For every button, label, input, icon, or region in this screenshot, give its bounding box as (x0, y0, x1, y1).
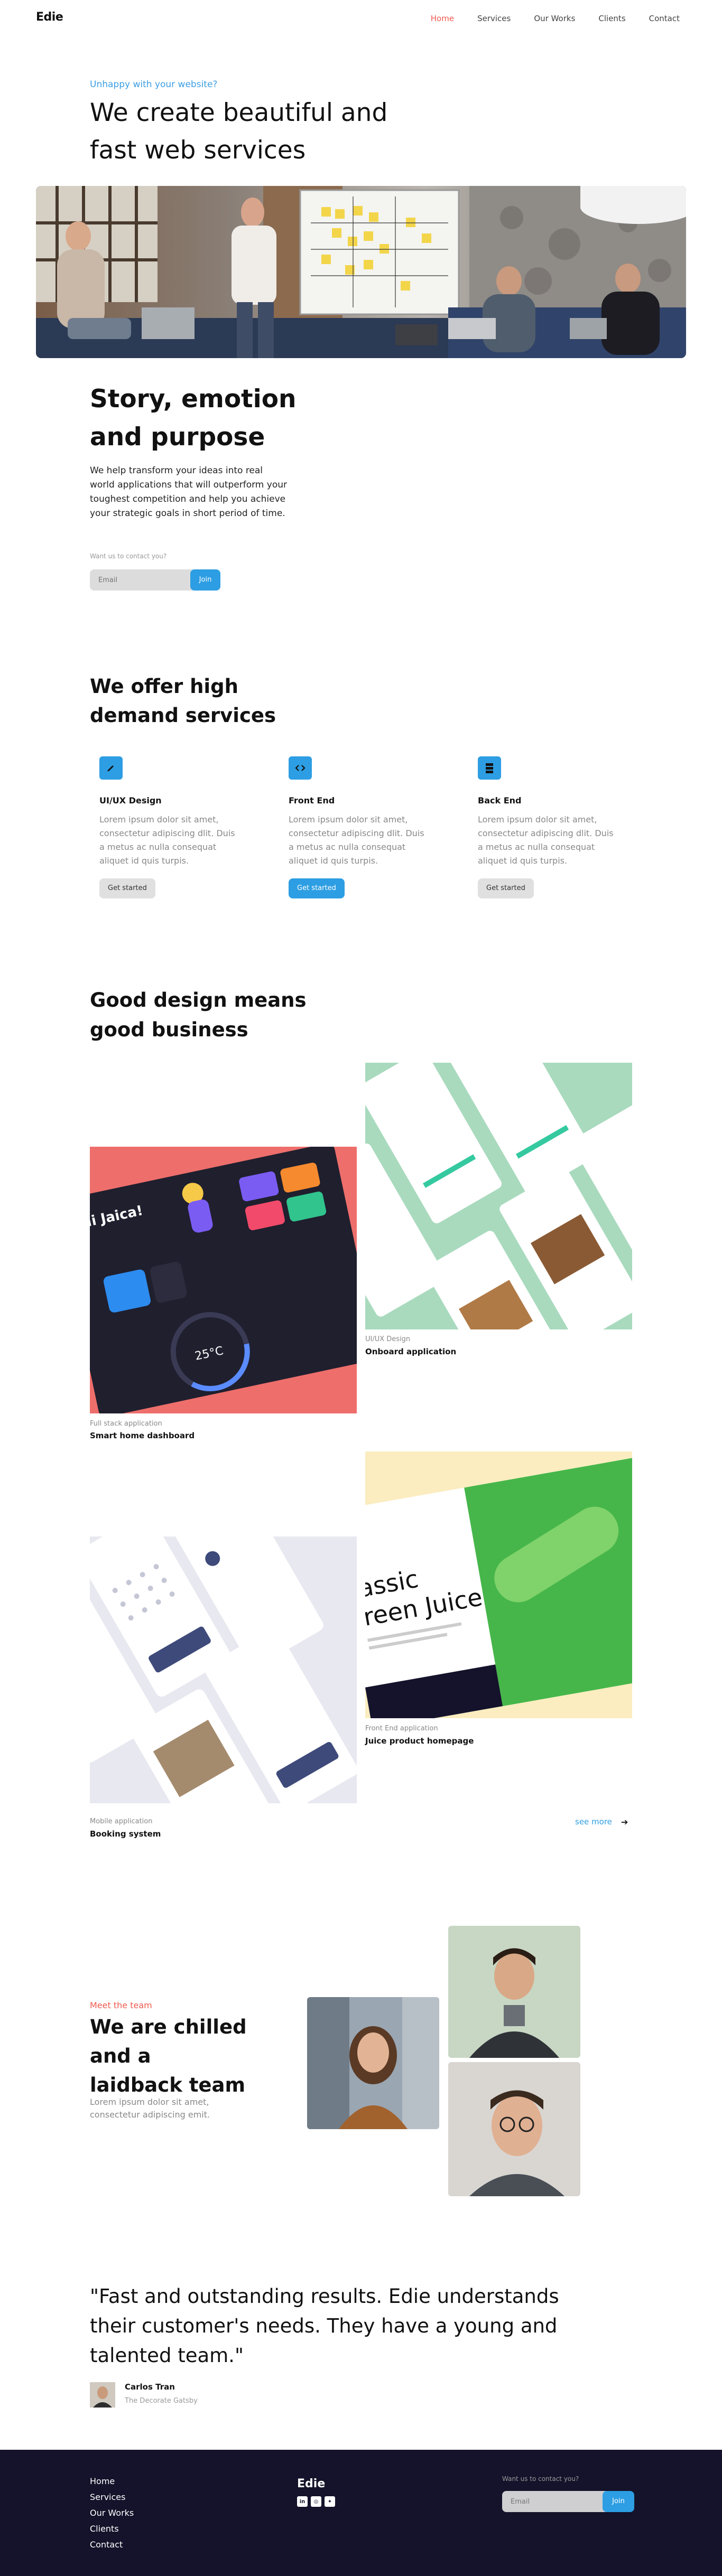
services-title: We offer high demand services (90, 675, 276, 727)
team-photo-woman (307, 1997, 439, 2129)
story-title: Story, emotion and purpose (90, 385, 297, 452)
join-button[interactable]: Join (190, 569, 220, 591)
footer-logo[interactable]: Edie (297, 2477, 325, 2490)
service-card-frontend: Front End Lorem ipsum dolor sit amet, co… (279, 756, 427, 898)
work-name[interactable]: Onboard application (365, 1347, 456, 1356)
service-text: Lorem ipsum dolor sit amet, consectetur … (99, 814, 235, 866)
pencil-icon (99, 756, 123, 780)
work-category: UI/UX Design (365, 1335, 411, 1343)
service-title: Back End (478, 795, 522, 805)
service-text: Lorem ipsum dolor sit amet, consectetur … (478, 814, 614, 866)
nav-links: Home Services Our Works Clients Contact (431, 14, 680, 23)
footer-link-our-works[interactable]: Our Works (90, 2508, 134, 2518)
testimonial-quote: "Fast and outstanding results. Edie unde… (90, 2285, 559, 2367)
nav-link-services[interactable]: Services (477, 14, 511, 23)
work-category: Mobile application (90, 1818, 153, 1825)
footer-link-contact[interactable]: Contact (90, 2540, 134, 2550)
nav-link-clients[interactable]: Clients (598, 14, 625, 23)
footer-contact-label: Want us to contact you? (502, 2475, 579, 2483)
footer-links: Home Services Our Works Clients Contact (90, 2476, 134, 2550)
team-eyebrow: Meet the team (90, 2000, 152, 2010)
service-title: UI/UX Design (99, 795, 162, 805)
nav-link-contact[interactable]: Contact (649, 14, 680, 23)
footer: Home Services Our Works Clients Contact … (0, 2450, 722, 2576)
work-name[interactable]: Booking system (90, 1829, 161, 1839)
footer-link-home[interactable]: Home (90, 2476, 134, 2487)
work-category: Full stack application (90, 1420, 162, 1428)
footer-contact-form: Join (502, 2491, 634, 2512)
hero-eyebrow: Unhappy with your website? (90, 79, 218, 90)
story-text: We help transform your ideas into real w… (90, 465, 287, 519)
hero-title: We create beautiful and fast web service… (90, 98, 388, 165)
instagram-icon[interactable]: ◎ (311, 2496, 321, 2507)
footer-link-services[interactable]: Services (90, 2492, 134, 2503)
avatar (90, 2382, 115, 2408)
testimonial-company: The Decorate Gatsby (125, 2397, 198, 2405)
contact-form: Join (90, 569, 220, 591)
work-image-juice[interactable]: assic reen Juice (365, 1451, 632, 1718)
email-input[interactable] (90, 569, 196, 591)
work-image-smart-home[interactable]: Hi Jaica! 25°C (90, 1147, 357, 1413)
linkedin-icon[interactable]: in (297, 2496, 308, 2507)
logo[interactable]: Edie (36, 11, 63, 24)
nav-link-home[interactable]: Home (431, 14, 454, 23)
arrow-right-icon[interactable]: ➔ (621, 1817, 628, 1827)
hero-image (36, 186, 686, 358)
social-links: in ◎ ✦ (297, 2496, 335, 2507)
team-photo-man-2 (448, 2062, 580, 2196)
server-icon (478, 756, 501, 780)
top-nav: Edie Home Services Our Works Clients Con… (0, 0, 722, 37)
work-name[interactable]: Smart home dashboard (90, 1431, 195, 1440)
get-started-button[interactable]: Get started (99, 878, 155, 898)
service-title: Front End (289, 795, 335, 805)
work-category: Front End application (365, 1725, 438, 1732)
service-card-uiux: UI/UX Design Lorem ipsum dolor sit amet,… (90, 756, 238, 898)
get-started-button[interactable]: Get started (478, 878, 534, 898)
footer-email-input[interactable] (502, 2491, 610, 2512)
work-image-onboard[interactable] (365, 1063, 632, 1329)
see-more-link[interactable]: see more (575, 1817, 612, 1826)
work-image-booking[interactable] (90, 1537, 357, 1803)
nav-link-our-works[interactable]: Our Works (534, 14, 575, 23)
contact-label: Want us to contact you? (90, 552, 167, 560)
twitter-icon[interactable]: ✦ (325, 2496, 335, 2507)
testimonial-name: Carlos Tran (125, 2382, 175, 2392)
service-text: Lorem ipsum dolor sit amet, consectetur … (289, 814, 424, 866)
team-photo-man-1 (448, 1926, 580, 2058)
get-started-button[interactable]: Get started (289, 878, 345, 898)
footer-link-clients[interactable]: Clients (90, 2524, 134, 2534)
code-icon (289, 756, 312, 780)
works-title: Good design means good business (90, 989, 307, 1041)
team-title: We are chilled and a laidback team (90, 2016, 247, 2096)
work-name[interactable]: Juice product homepage (365, 1736, 474, 1746)
footer-join-button[interactable]: Join (603, 2491, 634, 2512)
service-card-backend: Back End Lorem ipsum dolor sit amet, con… (468, 756, 616, 898)
team-text: Lorem ipsum dolor sit amet, consectetur … (90, 2097, 210, 2120)
